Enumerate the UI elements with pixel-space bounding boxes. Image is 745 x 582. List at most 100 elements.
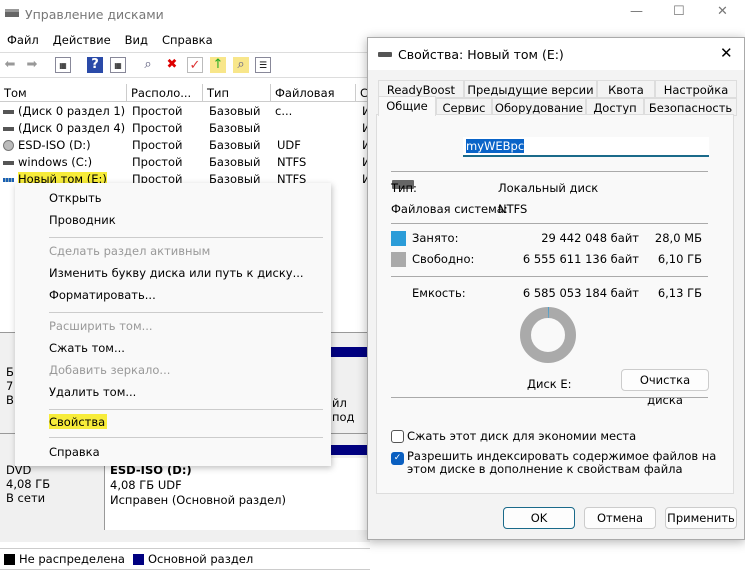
free-bytes: 6 555 611 136 байт bbox=[522, 252, 639, 266]
menu-item-mark-active: Сделать раздел активным bbox=[49, 244, 211, 258]
delete-icon[interactable]: ✖ bbox=[164, 57, 180, 73]
drive-icon bbox=[3, 109, 14, 114]
table-row[interactable]: ESD-ISO (D:) Простой Базовый UDF И bbox=[0, 137, 371, 154]
tab-general[interactable]: Общие bbox=[378, 96, 436, 116]
column-type[interactable]: Тип bbox=[203, 84, 271, 102]
tab-previous-versions[interactable]: Предыдущие версии bbox=[464, 80, 597, 98]
drive-icon bbox=[378, 52, 392, 57]
disk0-status: В bbox=[6, 393, 14, 407]
tab-customize[interactable]: Настройка bbox=[655, 80, 737, 98]
legend-unallocated: Не распределена bbox=[19, 552, 125, 566]
close-button[interactable]: ✕ bbox=[717, 4, 728, 19]
folder-up-icon[interactable]: ↑ bbox=[210, 57, 226, 73]
type-label: Тип: bbox=[391, 181, 417, 195]
disk-management-icon bbox=[5, 9, 19, 17]
context-menu: Открыть Проводник Сделать раздел активны… bbox=[15, 183, 331, 466]
forward-icon[interactable]: ➡ bbox=[24, 57, 40, 73]
volume-fs: NTFS bbox=[277, 155, 307, 169]
menu-file[interactable]: Файл bbox=[0, 30, 46, 50]
volume-name: ESD-ISO (D:) bbox=[18, 138, 91, 152]
capacity-size: 6,13 ГБ bbox=[657, 286, 702, 300]
menu-item-change-letter[interactable]: Изменить букву диска или путь к диску... bbox=[49, 266, 304, 280]
dialog-close-button[interactable]: ✕ bbox=[720, 44, 733, 62]
cancel-button[interactable]: Отмена bbox=[584, 507, 656, 529]
column-layout[interactable]: Располо... bbox=[127, 84, 203, 102]
filesystem-label: Файловая система: bbox=[391, 202, 508, 216]
column-filesystem[interactable]: Файловая с... bbox=[271, 84, 356, 118]
table-row[interactable]: (Диск 0 раздел 4) Простой Базовый И bbox=[0, 120, 371, 137]
menu-help[interactable]: Справка bbox=[155, 30, 220, 50]
volume-layout: Простой bbox=[132, 121, 183, 135]
volume-block-size: 4,08 ГБ UDF bbox=[110, 478, 182, 492]
back-icon[interactable]: ⬅ bbox=[2, 57, 18, 73]
console-tree-icon[interactable]: ▦ bbox=[55, 57, 71, 73]
tab-quota[interactable]: Квота bbox=[597, 80, 655, 98]
check-icon[interactable]: ✓ bbox=[187, 57, 203, 73]
used-bytes: 29 442 048 байт bbox=[541, 231, 639, 245]
used-size: 28,0 МБ bbox=[654, 231, 702, 245]
legend: Не распределена Основной раздел bbox=[0, 548, 370, 570]
ok-button[interactable]: OK bbox=[503, 507, 575, 529]
index-label: Разрешить индексировать содержимое файло… bbox=[407, 449, 717, 476]
compress-label: Сжать этот диск для экономии места bbox=[407, 429, 637, 443]
properties-icon[interactable]: ☰ bbox=[255, 57, 271, 73]
window-title: Управление дисками bbox=[25, 7, 164, 22]
volume-fs: UDF bbox=[277, 138, 301, 152]
volume-label-input[interactable]: myWEBpc bbox=[463, 137, 709, 157]
volume-name: (Диск 0 раздел 1) bbox=[18, 104, 126, 118]
menu-bar: Файл Действие Вид Справка bbox=[0, 30, 220, 50]
menu-item-properties[interactable]: Свойства bbox=[49, 414, 108, 429]
volume-label-value: myWEBpc bbox=[466, 139, 525, 153]
free-label: Свободно: bbox=[412, 252, 475, 266]
capacity-label: Емкость: bbox=[412, 286, 466, 300]
folder-search-icon[interactable]: ⌕ bbox=[233, 57, 249, 73]
primary-swatch bbox=[132, 553, 144, 565]
general-tab-panel: myWEBpc Тип: Локальный диск Файловая сис… bbox=[376, 114, 734, 494]
volume-block-esd-iso[interactable]: ESD-ISO (D:) 4,08 ГБ UDF Исправен (Основ… bbox=[104, 458, 370, 530]
partition-bar bbox=[330, 347, 370, 357]
help-icon[interactable]: ? bbox=[87, 57, 103, 73]
drive-icon bbox=[3, 126, 14, 131]
properties-dialog: Свойства: Новый том (E:) ✕ ReadyBoost Пр… bbox=[367, 37, 745, 540]
table-row[interactable]: windows (C:) Простой Базовый NTFS И bbox=[0, 154, 371, 171]
free-size: 6,10 ГБ bbox=[657, 252, 702, 266]
filesystem-value: NTFS bbox=[498, 202, 528, 216]
volume-layout: Простой bbox=[132, 138, 183, 152]
menu-item-delete[interactable]: Удалить том... bbox=[49, 385, 136, 399]
menu-action[interactable]: Действие bbox=[46, 30, 118, 50]
volume-type: Базовый bbox=[209, 138, 261, 152]
volume-name: (Диск 0 раздел 4) bbox=[18, 121, 126, 135]
menu-item-open[interactable]: Открыть bbox=[49, 191, 102, 205]
donut-free-segment bbox=[520, 307, 576, 363]
menu-item-help[interactable]: Справка bbox=[49, 445, 100, 459]
volume-type: Базовый bbox=[209, 104, 261, 118]
disk-label: Диск E: bbox=[527, 377, 572, 391]
volume-table-header: Том Располо... Тип Файловая с... С bbox=[0, 84, 370, 118]
table-row[interactable]: (Диск 0 раздел 1) Простой Базовый И bbox=[0, 103, 371, 120]
connect-drive-icon[interactable]: ⌕ bbox=[140, 57, 156, 73]
legend-primary: Основной раздел bbox=[147, 552, 254, 566]
menu-item-explorer[interactable]: Проводник bbox=[49, 213, 116, 227]
volume-layout: Простой bbox=[132, 104, 183, 118]
volume-type: Базовый bbox=[209, 121, 261, 135]
compress-checkbox[interactable] bbox=[391, 430, 404, 443]
minimize-button[interactable]: — bbox=[630, 4, 643, 19]
menu-view[interactable]: Вид bbox=[118, 30, 155, 50]
menu-item-shrink[interactable]: Сжать том... bbox=[49, 341, 125, 355]
disk-cleanup-button[interactable]: Очистка диска bbox=[621, 369, 709, 407]
maximize-button[interactable]: ☐ bbox=[673, 4, 685, 19]
used-color-swatch bbox=[391, 231, 406, 246]
menu-item-extend: Расширить том... bbox=[49, 319, 153, 333]
disk0-type: Б bbox=[6, 365, 14, 379]
apply-button[interactable]: Применить bbox=[665, 507, 737, 529]
menu-item-format[interactable]: Форматировать... bbox=[49, 288, 156, 302]
unallocated-swatch bbox=[4, 553, 15, 565]
cdrom-size: 4,08 ГБ bbox=[6, 477, 51, 491]
main-title-bar: Управление дисками — ☐ ✕ bbox=[0, 0, 745, 28]
cd-drive-icon bbox=[3, 140, 14, 151]
dialog-title: Свойства: Новый том (E:) bbox=[398, 47, 564, 62]
action-pane-icon[interactable]: ▦ bbox=[110, 57, 126, 73]
column-volume[interactable]: Том bbox=[0, 84, 127, 102]
volume-type: Базовый bbox=[209, 155, 261, 169]
index-checkbox[interactable]: ✓ bbox=[391, 452, 404, 465]
